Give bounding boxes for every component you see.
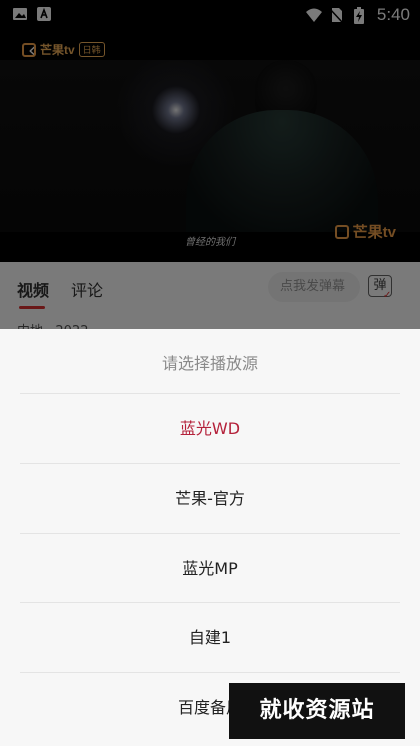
sheet-title: 请选择播放源 [161,354,258,373]
site-watermark: 就收资源站 [229,683,405,739]
check-icon: ✓ [383,290,392,301]
tab-video[interactable]: 视频 [17,277,49,301]
active-tab-indicator [19,306,45,309]
video-player[interactable]: 5:40 ‹ 芒果tv 日韩 曾经的我们 芒果tv [0,0,420,262]
clock: 5:40 [376,5,410,24]
source-option[interactable]: 自建1 [20,602,400,671]
mango-logo-icon [334,224,349,239]
image-icon [12,6,28,22]
source-option[interactable]: 蓝光WD [20,393,400,462]
watermark-logo-text: 芒果tv [352,224,396,241]
video-watermark-logo: 芒果tv [334,221,396,242]
source-option[interactable]: 蓝光MP [20,533,400,602]
channel-logo: 芒果tv 日韩 [22,41,105,58]
logo-badge: 日韩 [78,42,105,57]
battery-charging-icon [353,7,369,24]
mango-logo-icon [22,42,36,57]
wifi-icon [305,7,322,23]
tab-comments[interactable]: 评论 [71,277,103,301]
danmu-input[interactable]: 点我发弹幕 [268,272,360,302]
logo-text: 芒果tv [40,43,75,57]
status-bar: 5:40 [0,0,420,30]
no-sim-icon [329,7,345,23]
source-option[interactable]: 芒果-官方 [20,463,400,532]
tab-bar: 视频 评论 点我发弹幕 弹 ✓ [0,262,420,314]
text-a-icon [36,6,52,22]
